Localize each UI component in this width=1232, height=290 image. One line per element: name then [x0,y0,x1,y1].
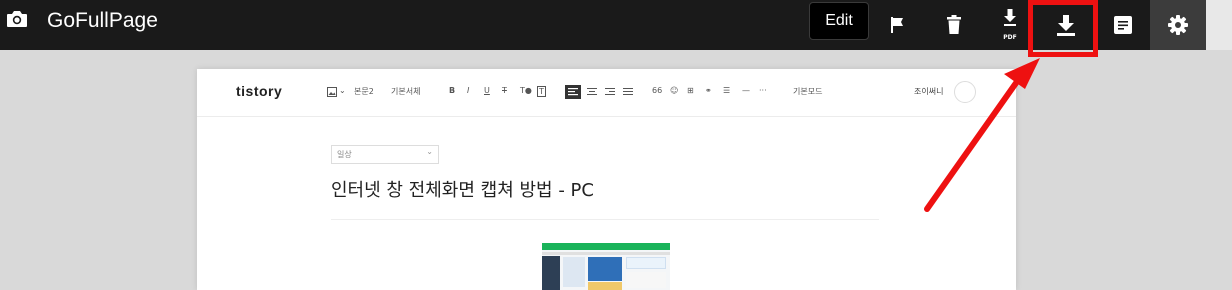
post-title[interactable]: 인터넷 창 전체화면 캡쳐 방법 - PC [331,176,594,202]
edit-button[interactable]: Edit [809,2,869,40]
quote-icon[interactable]: 66 [652,86,662,95]
flag-icon [891,17,903,33]
notes-button[interactable] [1103,0,1143,50]
align-right-icon[interactable] [605,87,615,97]
category-select[interactable]: 일상 ⌄ [331,145,439,164]
editor-header: tistory ⌄ 본문2 기본서체 B I U T T● T 66 ☺ ⊞ ⚭… [197,69,1016,117]
app-title: GoFullPage [47,9,158,32]
thumb-sidebar [542,256,560,290]
pdf-label: PDF [1003,34,1017,41]
image-caret[interactable]: ⌄ [339,86,346,95]
strikethrough-icon[interactable]: T [502,86,507,95]
notes-icon [1114,16,1132,34]
align-left-icon[interactable] [565,85,581,99]
category-label: 일상 [337,150,352,159]
thumb-header [542,243,670,250]
align-center-icon[interactable] [587,87,597,97]
paragraph-style-select[interactable]: 본문2 [354,86,374,97]
emoji-icon[interactable]: ☺ [670,86,678,95]
thumb-banner [588,257,622,281]
captured-page: tistory ⌄ 본문2 기본서체 B I U T T● T 66 ☺ ⊞ ⚭… [197,69,1016,290]
embedded-screenshot [542,243,670,290]
text-background-icon[interactable]: T [537,86,546,97]
more-icon[interactable]: ··· [759,86,767,95]
align-justify-icon[interactable] [623,87,633,97]
bold-icon[interactable]: B [449,86,455,95]
thumb-banner-lower [588,282,622,290]
divider-icon[interactable]: — [742,86,750,95]
thumb-ads [626,272,666,288]
link-icon[interactable]: ⚭ [705,86,712,95]
toolbar-edge [1206,0,1232,50]
list-icon[interactable]: ☰ [723,86,730,95]
thumb-nav [542,252,670,255]
table-icon[interactable]: ⊞ [687,86,694,95]
user-name: 조이써니 [914,87,944,96]
italic-icon[interactable]: I [467,86,469,95]
settings-icon-wrap [1150,0,1206,50]
underline-icon[interactable]: U [484,86,490,95]
thumb-panel [563,257,585,287]
image-icon[interactable] [327,87,337,97]
delete-button[interactable] [936,0,972,50]
thumb-login-box [626,257,666,269]
chevron-down-icon: ⌄ [426,147,433,156]
trash-icon [947,15,961,34]
highlight-box [1028,0,1098,57]
camera-icon [7,11,27,27]
flag-button[interactable] [880,0,916,50]
gear-icon [1168,15,1188,35]
avatar[interactable] [954,81,976,103]
settings-button[interactable] [1150,0,1206,50]
pdf-download-icon [1004,9,1016,26]
text-color-icon[interactable]: T● [520,86,532,95]
tistory-logo: tistory [236,83,283,99]
title-divider [331,219,879,220]
mode-select[interactable]: 기본모드 [793,86,822,97]
font-select[interactable]: 기본서체 [391,86,420,97]
download-pdf-button[interactable]: PDF [992,0,1028,50]
